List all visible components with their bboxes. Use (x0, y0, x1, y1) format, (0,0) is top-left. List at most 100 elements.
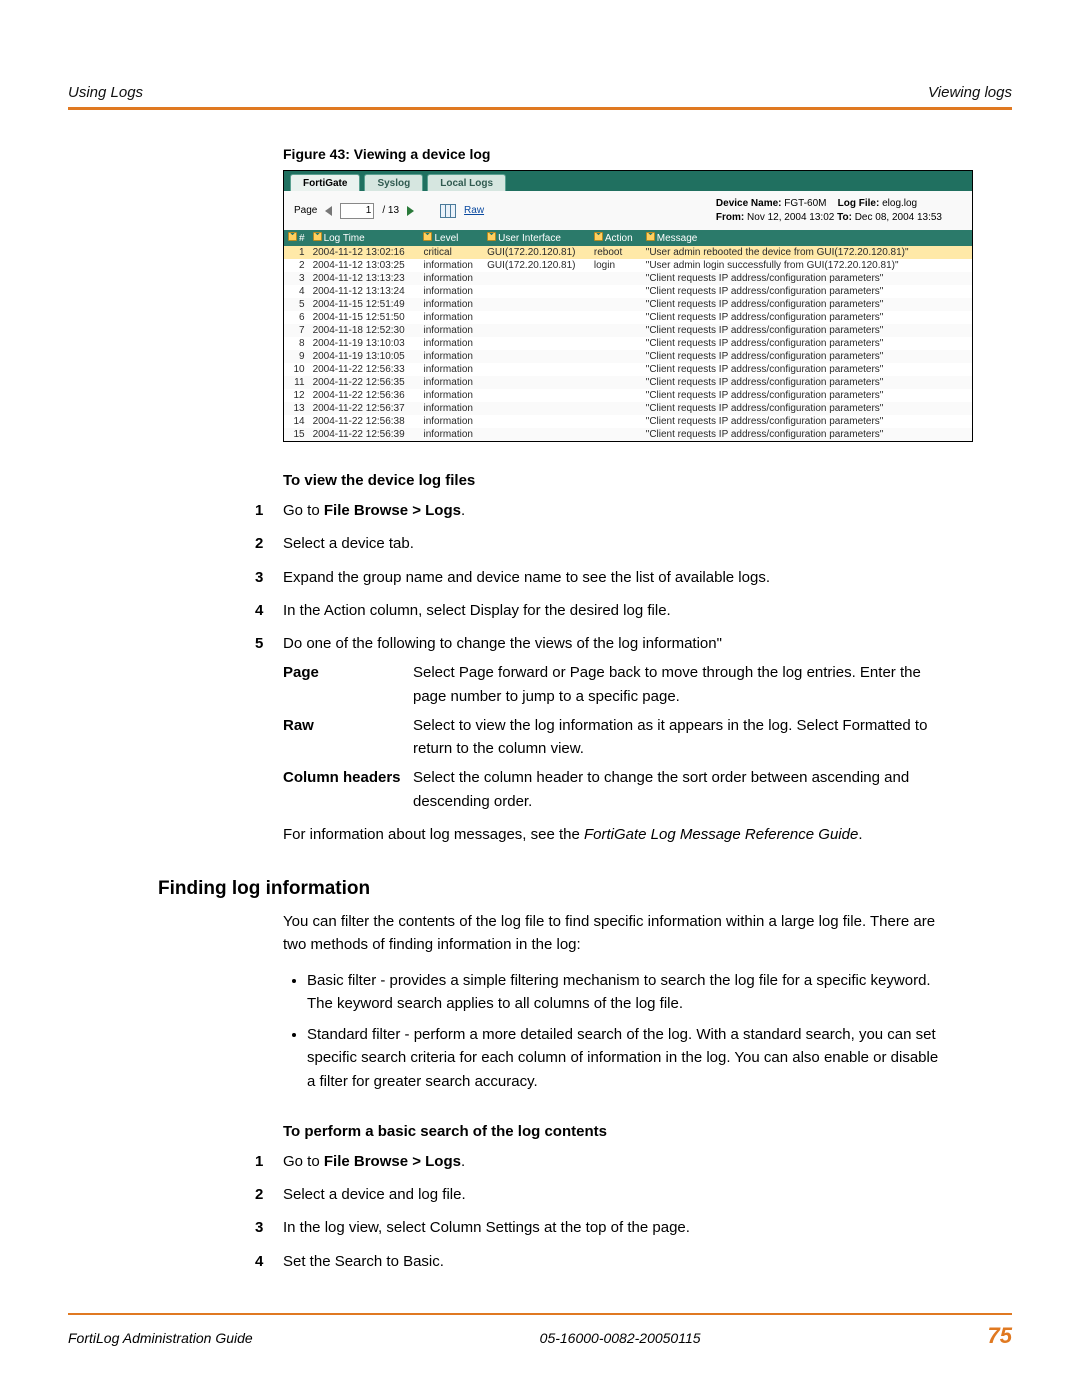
cell-ui (483, 428, 590, 441)
filter-icon[interactable] (423, 232, 432, 241)
step-3: Expand the group name and device name to… (283, 566, 944, 589)
filter-icon[interactable] (313, 232, 322, 241)
from-value: Nov 12, 2004 13:02 (747, 212, 834, 223)
cell-message: "Client requests IP address/configuratio… (642, 324, 972, 337)
table-row[interactable]: 42004-11-12 13:13:24information"Client r… (284, 285, 972, 298)
log-file-value: elog.log (882, 198, 917, 209)
col-message[interactable]: Message (642, 230, 972, 246)
device-tabs: FortiGate Syslog Local Logs (284, 171, 972, 191)
device-name-value: FGT-60M (784, 198, 826, 209)
cell-action: reboot (590, 246, 642, 259)
page-footer: FortiLog Administration Guide 05-16000-0… (68, 1313, 1012, 1349)
page-forward-icon[interactable] (407, 206, 414, 216)
col-log-time[interactable]: Log Time (309, 230, 420, 246)
bullet-standard: Standard filter - perform a more detaile… (307, 1023, 944, 1093)
cell-action (590, 272, 642, 285)
table-row[interactable]: 12004-11-12 13:02:16criticalGUI(172.20.1… (284, 246, 972, 259)
cell-ui (483, 298, 590, 311)
table-row[interactable]: 112004-11-22 12:56:35information"Client … (284, 376, 972, 389)
page-total: / 13 (382, 205, 399, 216)
log-table: # Log Time Level User Interface Action M… (284, 230, 972, 441)
cell-time: 2004-11-22 12:56:39 (309, 428, 420, 441)
filter-icon[interactable] (487, 232, 496, 241)
tab-syslog[interactable]: Syslog (364, 174, 423, 191)
table-row[interactable]: 52004-11-15 12:51:49information"Client r… (284, 298, 972, 311)
cell-time: 2004-11-22 12:56:38 (309, 415, 420, 428)
footer-left: FortiLog Administration Guide (68, 1330, 253, 1346)
cell-time: 2004-11-12 13:13:23 (309, 272, 420, 285)
cell-time: 2004-11-12 13:13:24 (309, 285, 420, 298)
log-meta: Device Name: FGT-60M Log File: elog.log … (716, 197, 962, 224)
cell-ui (483, 415, 590, 428)
cell-time: 2004-11-22 12:56:36 (309, 389, 420, 402)
cell-time: 2004-11-12 13:03:25 (309, 259, 420, 272)
cell-ui (483, 337, 590, 350)
procedure-title-2: To perform a basic search of the log con… (283, 1123, 1012, 1140)
section-heading: Finding log information (158, 878, 1012, 900)
cell-num: 5 (284, 298, 309, 311)
table-row[interactable]: 102004-11-22 12:56:33information"Client … (284, 363, 972, 376)
col-action[interactable]: Action (590, 230, 642, 246)
cell-level: information (419, 259, 483, 272)
cell-num: 9 (284, 350, 309, 363)
col-ui[interactable]: User Interface (483, 230, 590, 246)
step2-3: In the log view, select Column Settings … (283, 1216, 944, 1239)
column-settings-icon[interactable] (440, 204, 456, 218)
table-row[interactable]: 32004-11-12 13:13:23information"Client r… (284, 272, 972, 285)
tab-local-logs[interactable]: Local Logs (427, 174, 506, 191)
cell-num: 10 (284, 363, 309, 376)
cell-num: 2 (284, 259, 309, 272)
step-1: Go to File Browse > Logs. (283, 499, 944, 522)
table-row[interactable]: 122004-11-22 12:56:36information"Client … (284, 389, 972, 402)
cell-level: information (419, 389, 483, 402)
header-left: Using Logs (68, 84, 143, 101)
cell-message: "Client requests IP address/configuratio… (642, 311, 972, 324)
table-row[interactable]: 62004-11-15 12:51:50information"Client r… (284, 311, 972, 324)
cell-message: "Client requests IP address/configuratio… (642, 337, 972, 350)
cell-action (590, 298, 642, 311)
cell-ui (483, 285, 590, 298)
page-back-icon[interactable] (325, 206, 332, 216)
page-number-input[interactable] (340, 203, 374, 219)
cell-ui (483, 389, 590, 402)
tab-fortigate[interactable]: FortiGate (290, 174, 360, 191)
cell-num: 1 (284, 246, 309, 259)
filter-icon[interactable] (594, 232, 603, 241)
table-row[interactable]: 152004-11-22 12:56:39information"Client … (284, 428, 972, 441)
cell-message: "Client requests IP address/configuratio… (642, 285, 972, 298)
cell-ui (483, 363, 590, 376)
cell-ui (483, 402, 590, 415)
cell-num: 11 (284, 376, 309, 389)
cell-message: "Client requests IP address/configuratio… (642, 428, 972, 441)
cell-time: 2004-11-19 13:10:05 (309, 350, 420, 363)
raw-link[interactable]: Raw (464, 205, 484, 216)
table-row[interactable]: 72004-11-18 12:52:30information"Client r… (284, 324, 972, 337)
filter-icon[interactable] (288, 232, 297, 241)
cell-message: "Client requests IP address/configuratio… (642, 389, 972, 402)
running-header: Using Logs Viewing logs (68, 84, 1012, 110)
procedure-steps: Go to File Browse > Logs. Select a devic… (283, 499, 944, 813)
table-row[interactable]: 132004-11-22 12:56:37information"Client … (284, 402, 972, 415)
log-file-label: Log File: (838, 198, 880, 209)
table-row[interactable]: 142004-11-22 12:56:38information"Client … (284, 415, 972, 428)
cell-ui (483, 324, 590, 337)
def-desc-page: Select Page forward or Page back to move… (413, 661, 944, 708)
cell-level: information (419, 363, 483, 376)
cell-message: "Client requests IP address/configuratio… (642, 415, 972, 428)
table-row[interactable]: 92004-11-19 13:10:05information"Client r… (284, 350, 972, 363)
footer-center: 05-16000-0082-20050115 (540, 1330, 701, 1346)
cell-action (590, 311, 642, 324)
step-4: In the Action column, select Display for… (283, 599, 944, 622)
bullet-basic: Basic filter - provides a simple filteri… (307, 969, 944, 1016)
cell-message: "Client requests IP address/configuratio… (642, 402, 972, 415)
col-level[interactable]: Level (419, 230, 483, 246)
cell-num: 7 (284, 324, 309, 337)
filter-icon[interactable] (646, 232, 655, 241)
table-row[interactable]: 82004-11-19 13:10:03information"Client r… (284, 337, 972, 350)
header-right: Viewing logs (928, 84, 1012, 101)
cell-time: 2004-11-22 12:56:33 (309, 363, 420, 376)
table-row[interactable]: 22004-11-12 13:03:25informationGUI(172.2… (284, 259, 972, 272)
col-number[interactable]: # (284, 230, 309, 246)
cell-action: login (590, 259, 642, 272)
to-value: Dec 08, 2004 13:53 (855, 212, 942, 223)
